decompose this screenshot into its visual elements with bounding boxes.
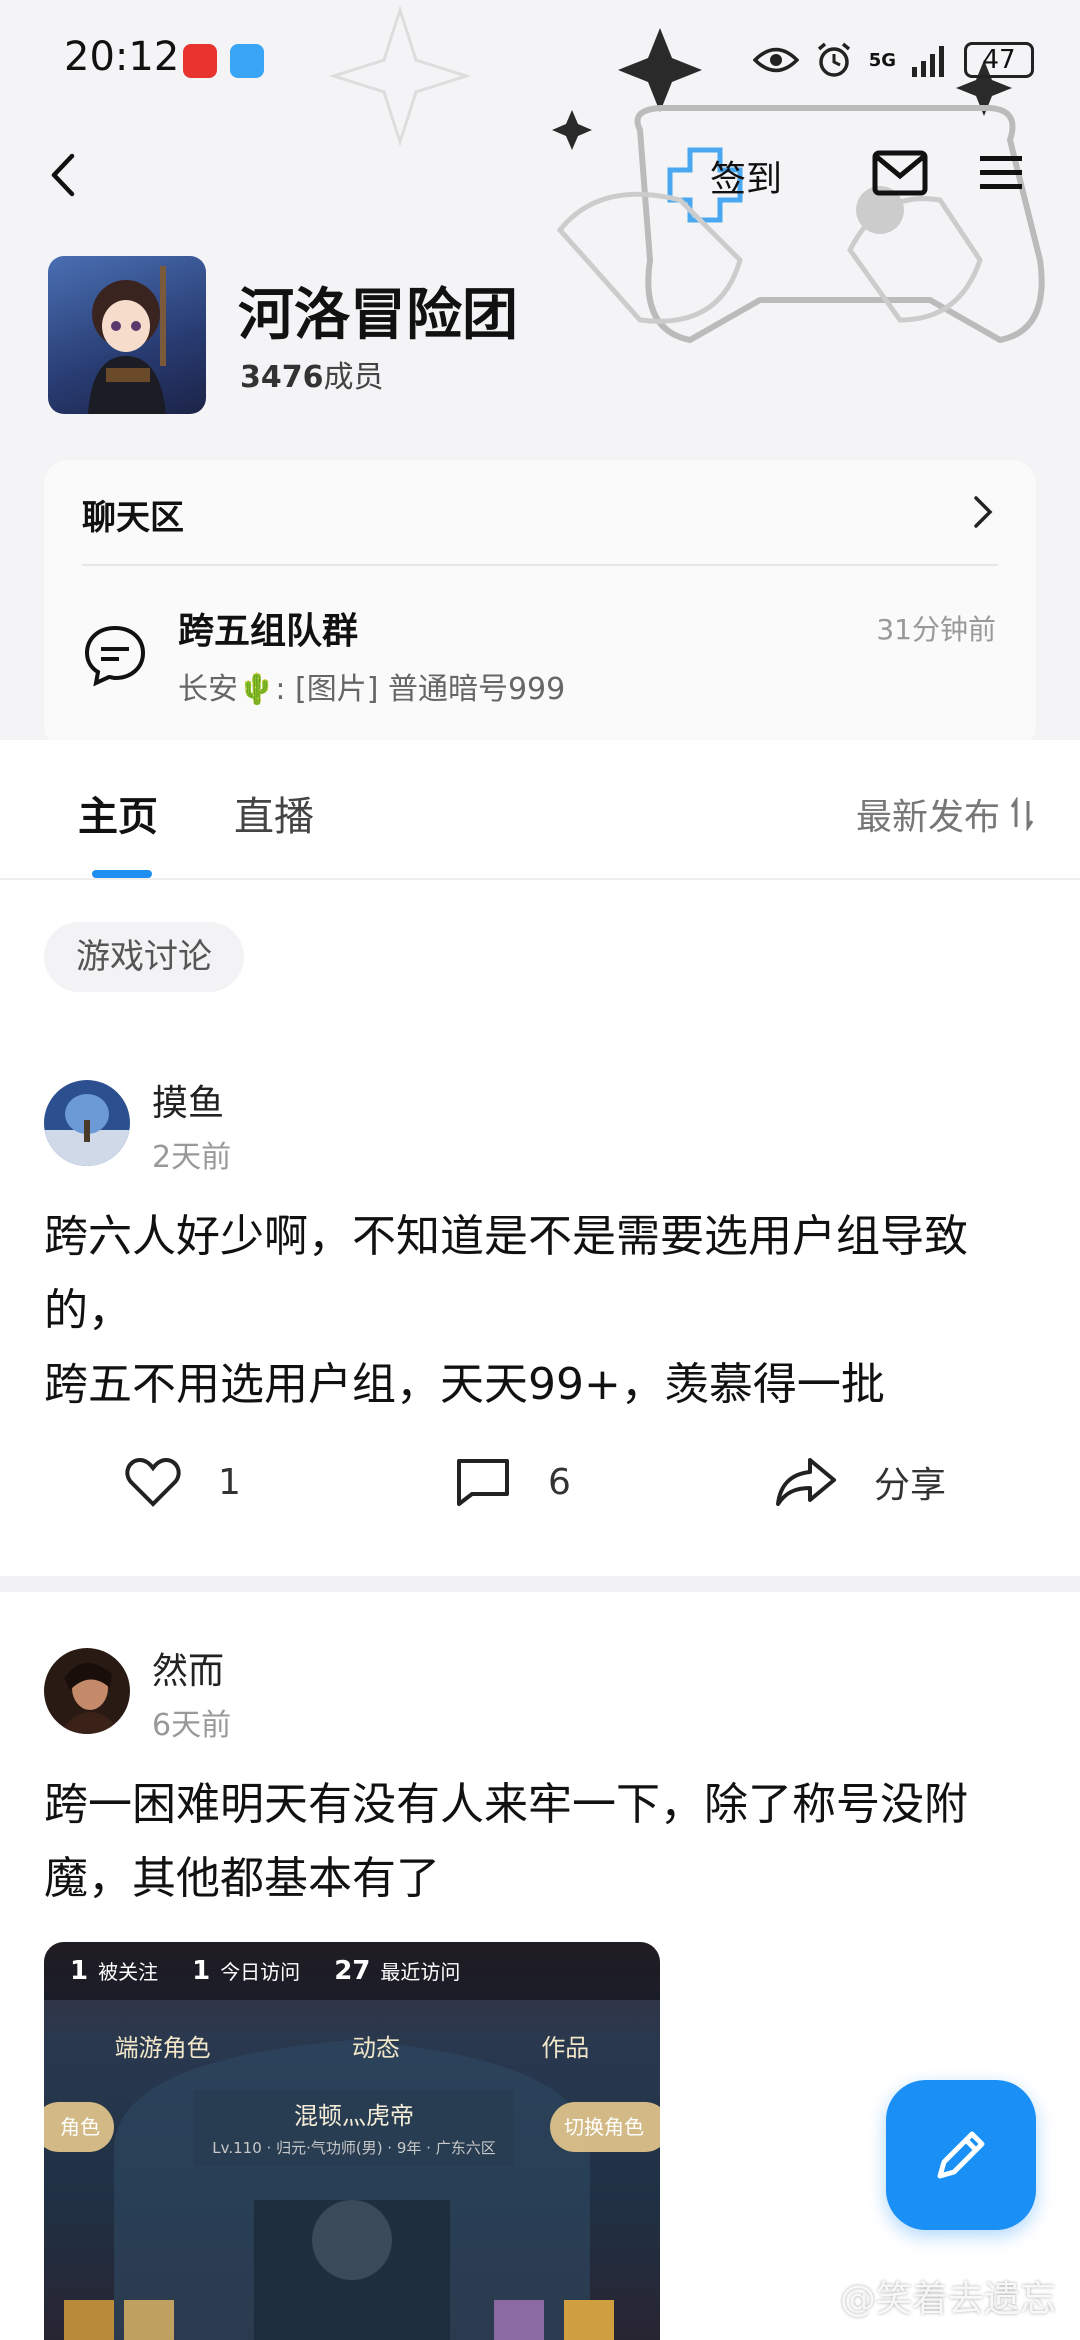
image-followers: 1 被关注 <box>70 1956 159 1986</box>
image-tab-roles: 端游角色 <box>114 2034 211 2062</box>
image-tabs: 端游角色 动态 作品 <box>44 2028 660 2063</box>
post-time: 6天前 <box>152 1708 232 1743</box>
signal-bars-icon <box>912 46 944 77</box>
chevron-right-icon[interactable] <box>970 494 996 530</box>
sort-toggle[interactable]: 最新发布 <box>856 788 1034 840</box>
battery-level: 47 <box>982 45 1016 75</box>
avatar[interactable] <box>44 1080 130 1166</box>
image-tab-feed: 动态 <box>351 2034 400 2062</box>
image-character-name: 混顿灬虎帝 <box>294 2102 414 2130</box>
chat-group-name[interactable]: 跨五组队群 <box>178 602 358 654</box>
tag-game-discussion[interactable]: 游戏讨论 <box>44 922 244 992</box>
comment-icon <box>457 1459 509 1506</box>
status-indicators: 5G 47 <box>752 38 1034 82</box>
member-number: 3476 <box>240 360 324 395</box>
image-visits-today: 1 今日访问 <box>192 1956 301 1986</box>
sort-icon <box>1010 797 1034 831</box>
tab-home[interactable]: 主页 <box>78 784 158 842</box>
like-count: 1 <box>218 1461 241 1503</box>
image-switch-button: 切换角色 <box>550 2102 660 2152</box>
post-text[interactable]: 跨六人好少啊，不知道是不是需要选用户组导致的， 跨五不用选用户组，天天99+，羡… <box>44 1200 1044 1422</box>
member-suffix: 成员 <box>323 360 384 395</box>
image-stats-bar: 1 被关注 1 今日访问 27 最近访问 <box>44 1942 660 2000</box>
group-title: 河洛冒险团 <box>238 283 518 348</box>
member-count: 3476成员 <box>240 352 384 396</box>
image-role-button: 角色 <box>44 2102 114 2152</box>
menu-icon[interactable] <box>976 148 1026 198</box>
avatar-image <box>44 1080 130 1166</box>
content-tabs: 主页 直播 最新发布 <box>0 740 1080 880</box>
chat-bubble-icon <box>84 625 146 687</box>
post-separator <box>0 1576 1080 1592</box>
top-nav: 签到 <box>0 130 1080 220</box>
chat-time: 31分钟前 <box>876 613 996 646</box>
chat-last-message: 长安🌵: [图片] 普通暗号999 <box>178 672 566 707</box>
chat-section-title[interactable]: 聊天区 <box>82 490 184 539</box>
comment-count: 6 <box>548 1461 571 1503</box>
image-character-card: 混顿灬虎帝 Lv.110 · 归元·气功师(男) · 9年 · 广东六区 <box>194 2090 514 2166</box>
avatar-illustration <box>88 266 166 414</box>
active-tab-indicator <box>92 870 152 878</box>
avatar[interactable] <box>44 1648 130 1734</box>
compose-button[interactable] <box>886 2080 1036 2230</box>
group-header: 20:12 5G 47 签到 河洛冒险团 3476成员 聊天区 跨五组队群 长安… <box>0 0 1080 740</box>
share-label: 分享 <box>874 1465 947 1506</box>
comment-button[interactable]: 6 <box>454 1456 571 1508</box>
battery-icon: 47 <box>964 42 1034 78</box>
eye-icon <box>752 47 799 73</box>
avatar-image <box>44 1648 130 1734</box>
post-time: 2天前 <box>152 1140 232 1175</box>
weather-app-icon <box>230 44 264 78</box>
heart-icon <box>125 1457 181 1507</box>
group-avatar[interactable] <box>48 256 206 414</box>
post-text[interactable]: 跨一困难明天有没有人来牢一下，除了称号没附魔，其他都基本有了 <box>44 1768 1044 1916</box>
image-character-info: Lv.110 · 归元·气功师(男) · 9年 · 广东六区 <box>212 2139 496 2157</box>
sort-label: 最新发布 <box>855 797 1000 838</box>
status-bar: 20:12 5G 47 <box>0 0 1080 120</box>
like-button[interactable]: 1 <box>124 1456 241 1508</box>
image-tab-works: 作品 <box>541 2034 590 2062</box>
pencil-icon <box>937 2131 985 2179</box>
post-author[interactable]: 然而 <box>152 1642 224 1694</box>
mail-icon[interactable] <box>872 148 928 198</box>
huawei-app-icon <box>183 44 217 78</box>
share-button[interactable]: 分享 <box>774 1456 946 1508</box>
post-actions: 1 6 分享 <box>0 1456 1080 1536</box>
tab-live[interactable]: 直播 <box>234 784 314 842</box>
image-recent-visits: 27 最近访问 <box>334 1956 461 1986</box>
post-image[interactable]: 1 被关注 1 今日访问 27 最近访问 端游角色 动态 作品 角色 切换角色 混顿灬… <box>44 1942 660 2340</box>
divider <box>82 564 998 566</box>
signal-label: 5G <box>868 49 896 71</box>
status-time: 20:12 <box>64 34 180 80</box>
post-author[interactable]: 摸鱼 <box>152 1074 224 1126</box>
checkin-button[interactable]: 签到 <box>710 150 782 202</box>
back-icon[interactable] <box>40 148 90 202</box>
alarm-icon <box>817 42 850 77</box>
share-icon <box>776 1458 836 1506</box>
chat-section-card: 聊天区 跨五组队群 长安🌵: [图片] 普通暗号999 31分钟前 <box>44 460 1036 740</box>
watermark: @笑着去遗忘 <box>839 2279 1056 2320</box>
